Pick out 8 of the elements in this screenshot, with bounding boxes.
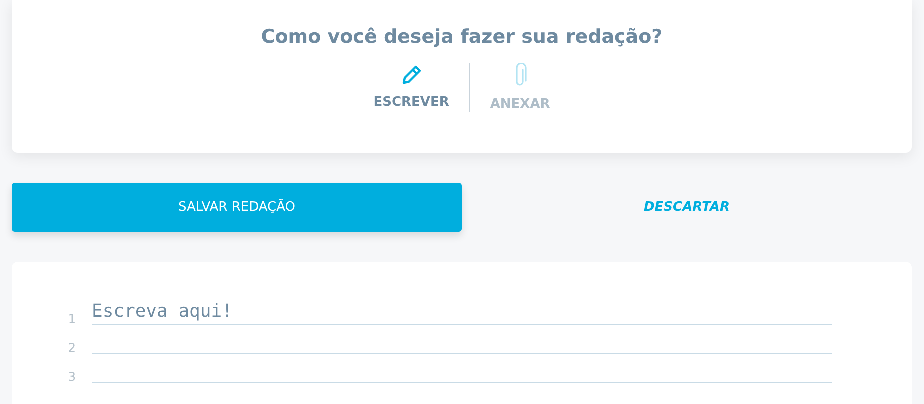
mode-tab[interactable]: ANEXAR [470,62,570,114]
save-button[interactable]: SALVAR REDAÇÃO [12,183,462,232]
mode-tab[interactable]: ESCREVER [354,62,470,114]
line-number: 3 [67,371,77,383]
line-number: 1 [67,313,77,325]
line-number: 2 [67,342,77,354]
question-heading: Como você deseja fazer sua redação? [260,26,664,49]
discard-button[interactable]: DESCARTAR [462,183,912,232]
